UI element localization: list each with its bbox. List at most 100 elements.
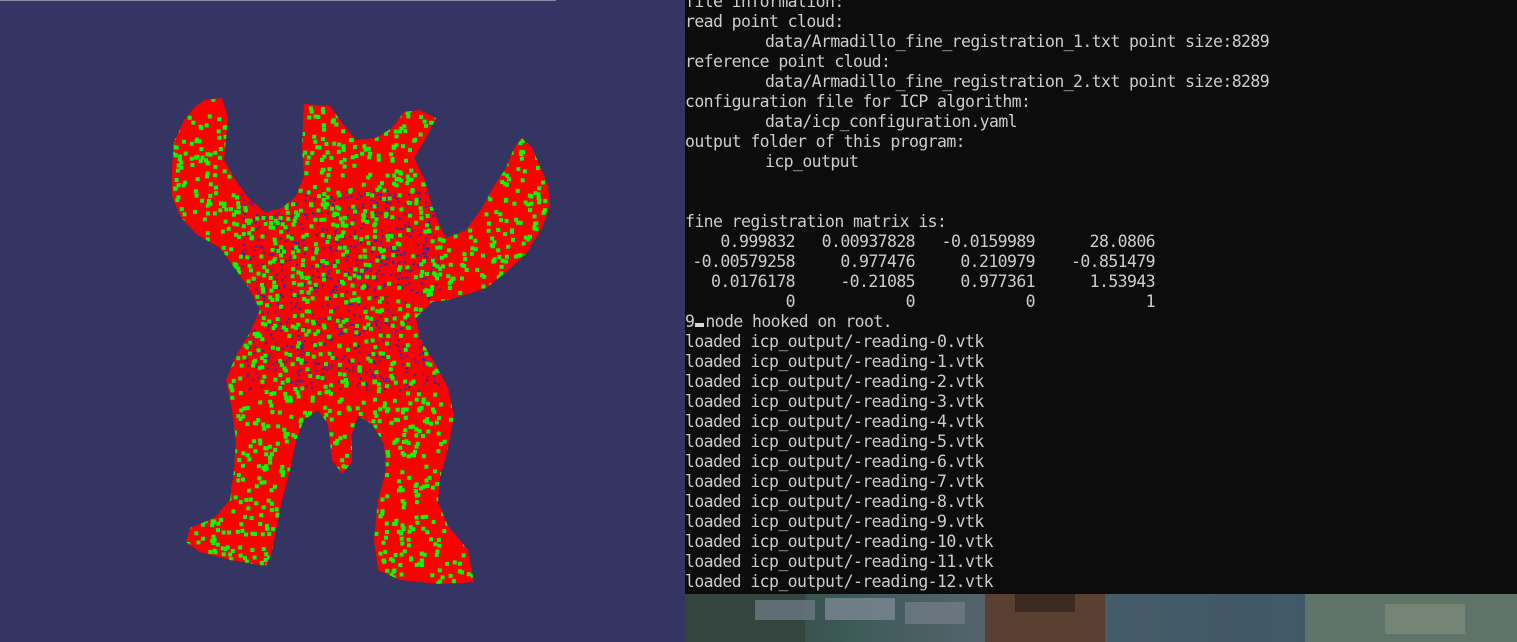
point-marker [504,305,509,309]
point-marker [280,263,283,266]
point-marker [411,254,416,259]
point-marker [328,571,333,576]
point-marker [365,371,367,374]
point-marker [417,265,420,268]
point-marker [328,297,331,300]
point-marker [309,472,314,476]
point-marker [551,281,555,285]
point-marker [318,352,323,357]
point-marker [401,277,404,280]
point-marker [359,268,364,273]
point-marker [499,218,503,223]
point-marker [341,586,345,590]
point-marker [196,440,201,445]
point-marker [278,157,283,161]
point-marker [477,113,482,118]
point-marker [295,344,300,349]
point-marker [299,417,304,422]
console-window[interactable]: file information: read point cloud: data… [685,0,1517,594]
point-marker [468,503,473,508]
point-marker [190,450,195,455]
point-marker [383,549,388,554]
point-marker [286,229,289,232]
point-marker [386,237,391,242]
point-marker [274,369,277,372]
point-marker [318,317,321,320]
point-marker [259,245,262,248]
point-marker [545,161,550,166]
point-marker [290,168,295,172]
point-marker [520,517,525,522]
point-marker [508,350,513,355]
point-marker [249,162,253,166]
point-marker [405,343,410,348]
point-marker [438,200,443,205]
point-marker [208,201,213,206]
point-marker [188,524,193,529]
point-marker [445,561,450,566]
point-marker [286,565,291,570]
point-marker [492,98,497,102]
point-marker [311,256,316,261]
point-marker [321,167,326,172]
point-marker [244,569,249,574]
matrix-cell: -0.851479 [1070,252,1156,271]
point-marker [500,386,505,391]
point-marker [384,462,389,467]
point-marker [279,362,284,367]
point-marker [378,269,381,272]
point-marker [326,334,331,339]
point-marker [466,356,471,361]
point-marker [176,306,181,311]
point-marker [205,397,210,402]
point-marker [358,350,361,353]
point-marker [404,204,407,207]
point-marker [328,444,333,449]
point-marker [184,320,189,325]
point-marker [449,417,453,422]
point-marker [288,352,293,357]
point-marker [219,585,223,589]
point-marker [294,306,297,309]
point-marker [314,287,317,289]
point-marker [415,500,420,505]
point-marker [185,344,190,348]
point-marker [329,417,334,422]
point-marker [486,366,491,371]
point-marker [367,462,372,467]
point-marker [330,339,333,342]
point-marker [473,304,478,309]
point-marker [251,203,254,206]
point-cloud-viewer[interactable] [0,0,685,642]
armadillo-point-cloud[interactable] [0,0,685,642]
point-marker [363,306,366,309]
point-marker [490,344,495,349]
point-marker [308,371,311,374]
point-marker [252,555,257,560]
point-marker [398,563,403,567]
point-marker [504,218,509,223]
point-marker [419,312,423,317]
point-marker [305,462,310,467]
point-marker [488,566,493,571]
point-marker [421,337,426,342]
point-marker [529,386,534,390]
point-marker [274,214,277,217]
point-marker [317,363,320,366]
point-marker [406,537,411,542]
point-marker [348,369,351,372]
point-marker [332,213,337,218]
point-marker [229,329,234,334]
point-marker [354,573,359,578]
point-marker [268,355,271,358]
point-marker [555,529,559,533]
point-marker [197,461,202,466]
point-marker [430,269,433,272]
point-marker [483,515,488,520]
point-marker [295,136,300,141]
point-marker [509,430,514,435]
point-marker [385,380,388,383]
point-marker [392,316,397,321]
point-marker [218,489,222,494]
point-marker [367,99,372,103]
